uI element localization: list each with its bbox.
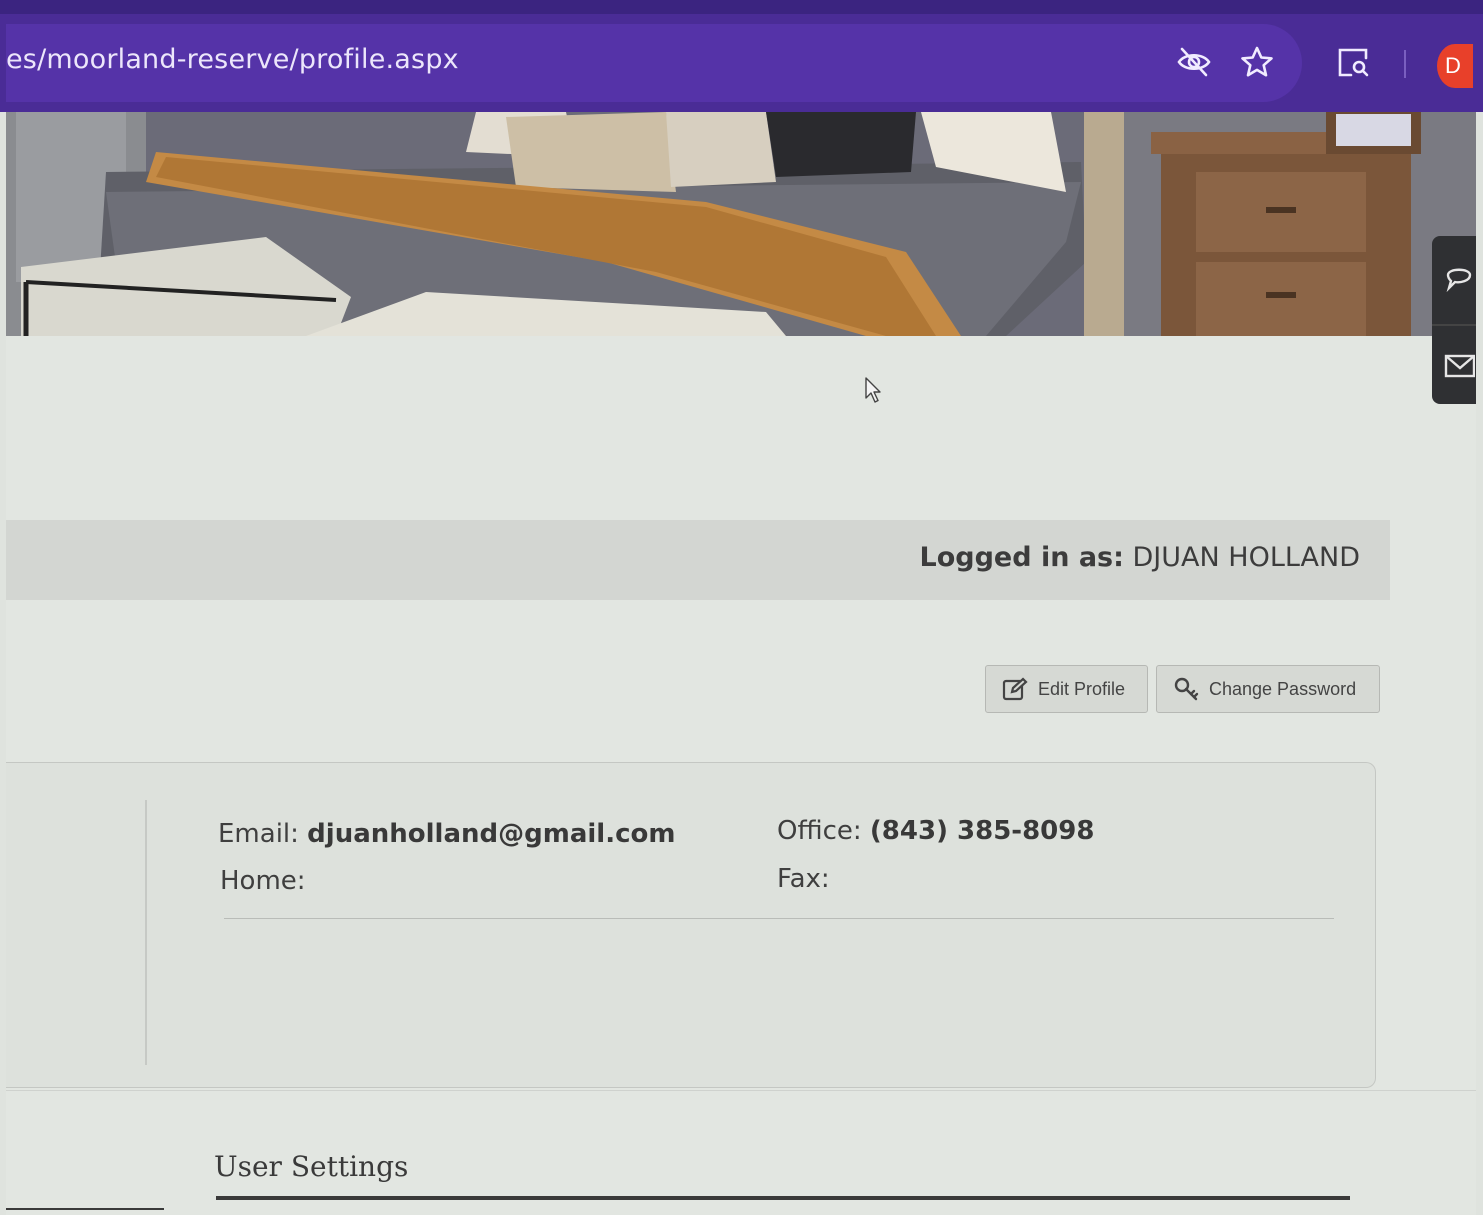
email-value: djuanholland@gmail.com xyxy=(307,819,676,849)
toolbar-divider xyxy=(1404,50,1406,78)
hero-image xyxy=(6,112,1476,336)
home-row: Home: xyxy=(220,866,306,896)
change-password-button[interactable]: Change Password xyxy=(1156,665,1380,713)
widget-divider xyxy=(1432,324,1476,326)
office-value: (843) 385-8098 xyxy=(869,816,1095,846)
logged-in-bar: Logged in as: DJUAN HOLLAND xyxy=(6,520,1390,600)
star-icon[interactable] xyxy=(1239,44,1275,80)
edit-icon xyxy=(1002,677,1028,701)
user-settings-heading: User Settings xyxy=(214,1150,409,1183)
browser-chrome: es/moorland-reserve/profile.aspx D xyxy=(0,0,1483,112)
url-text[interactable]: es/moorland-reserve/profile.aspx xyxy=(6,44,459,75)
edit-profile-label: Edit Profile xyxy=(1038,678,1126,699)
sidebar-rule xyxy=(6,1208,164,1210)
eye-off-icon[interactable] xyxy=(1176,44,1212,80)
user-name: DJUAN HOLLAND xyxy=(1132,542,1360,573)
card-divider-horizontal xyxy=(224,918,1334,919)
logged-in-label: Logged in as: xyxy=(919,542,1124,573)
user-settings-rule xyxy=(216,1196,1350,1200)
mouse-cursor-icon xyxy=(864,376,882,409)
screen-search-icon[interactable] xyxy=(1335,44,1371,80)
logged-in-text: Logged in as: DJUAN HOLLAND xyxy=(920,542,1361,573)
profile-avatar[interactable]: D xyxy=(1437,44,1473,88)
email-row: Email: djuanholland@gmail.com xyxy=(218,819,675,849)
key-icon xyxy=(1174,677,1199,701)
mail-icon[interactable] xyxy=(1442,348,1476,382)
tab-strip xyxy=(0,0,1483,14)
fax-label: Fax: xyxy=(777,864,830,894)
change-password-label: Change Password xyxy=(1209,678,1357,699)
chat-icon[interactable] xyxy=(1442,260,1476,294)
contact-card xyxy=(6,762,1376,1088)
home-label: Home: xyxy=(220,866,306,896)
section-separator xyxy=(6,1090,1476,1091)
side-contact-widget xyxy=(1432,236,1476,404)
edit-profile-button[interactable]: Edit Profile xyxy=(985,665,1148,713)
card-divider-vertical xyxy=(145,800,147,1065)
office-label: Office: xyxy=(777,816,862,846)
email-label: Email: xyxy=(218,819,299,849)
fax-row: Fax: xyxy=(777,864,830,894)
office-row: Office: (843) 385-8098 xyxy=(777,816,1094,846)
